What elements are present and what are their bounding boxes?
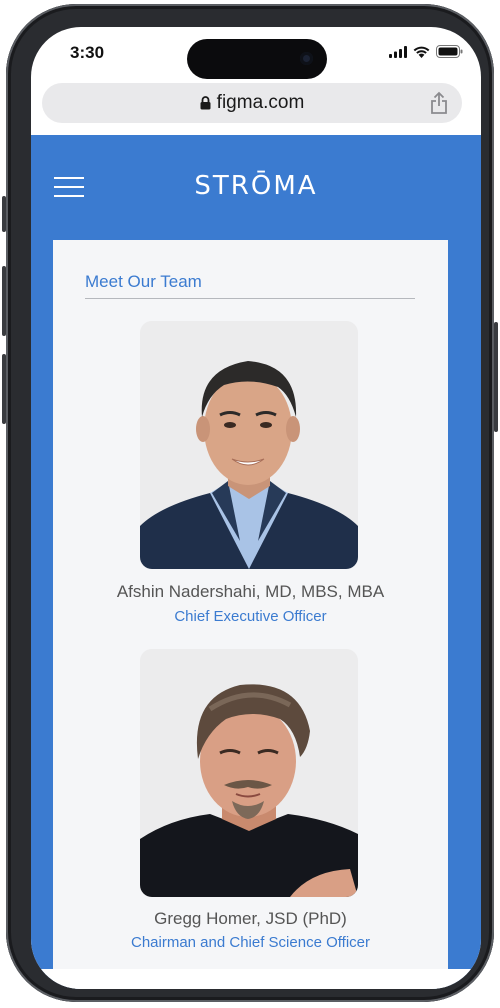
member-portrait-1 <box>140 321 358 569</box>
content-area: Meet Our Team Afshin Nadershahi, MD, MBS… <box>31 240 481 989</box>
member-photo[interactable] <box>140 321 358 569</box>
member-name: Gregg Homer, JSD (PhD) <box>154 909 347 928</box>
section-divider <box>85 298 415 299</box>
url-text: figma.com <box>216 92 305 113</box>
volume-up-button <box>2 266 6 336</box>
phone-screen: 3:30 figma.com STRŌMA Meet Our Team Afsh… <box>31 27 481 989</box>
status-bar: 3:30 <box>31 27 481 79</box>
member-portrait-2 <box>140 649 358 897</box>
site-logo[interactable]: STRŌMA <box>31 171 481 201</box>
side-power-button <box>494 322 498 432</box>
share-icon[interactable] <box>430 91 448 115</box>
action-button <box>2 196 6 232</box>
battery-icon <box>436 45 463 58</box>
member-role-link[interactable]: Chief Executive Officer <box>53 608 448 625</box>
status-icons <box>389 45 463 58</box>
lock-icon <box>200 96 211 110</box>
screen-bottom-edge <box>31 969 481 989</box>
url-display[interactable]: figma.com <box>42 83 462 123</box>
team-card: Meet Our Team Afshin Nadershahi, MD, MBS… <box>53 240 448 989</box>
site-header: STRŌMA <box>31 135 481 240</box>
dynamic-island <box>187 39 327 79</box>
cellular-signal-icon <box>389 45 407 58</box>
section-title: Meet Our Team <box>85 272 202 291</box>
browser-address-bar[interactable]: figma.com <box>42 83 462 123</box>
status-time: 3:30 <box>70 43 105 62</box>
front-camera-icon <box>300 52 313 65</box>
volume-down-button <box>2 354 6 424</box>
member-name: Afshin Nadershahi, MD, MBS, MBA <box>116 582 385 601</box>
wifi-icon <box>413 46 430 58</box>
member-photo[interactable] <box>140 649 358 897</box>
member-role-link[interactable]: Chairman and Chief Science Officer <box>53 934 448 951</box>
phone-frame: 3:30 figma.com STRŌMA Meet Our Team Afsh… <box>2 4 498 1002</box>
